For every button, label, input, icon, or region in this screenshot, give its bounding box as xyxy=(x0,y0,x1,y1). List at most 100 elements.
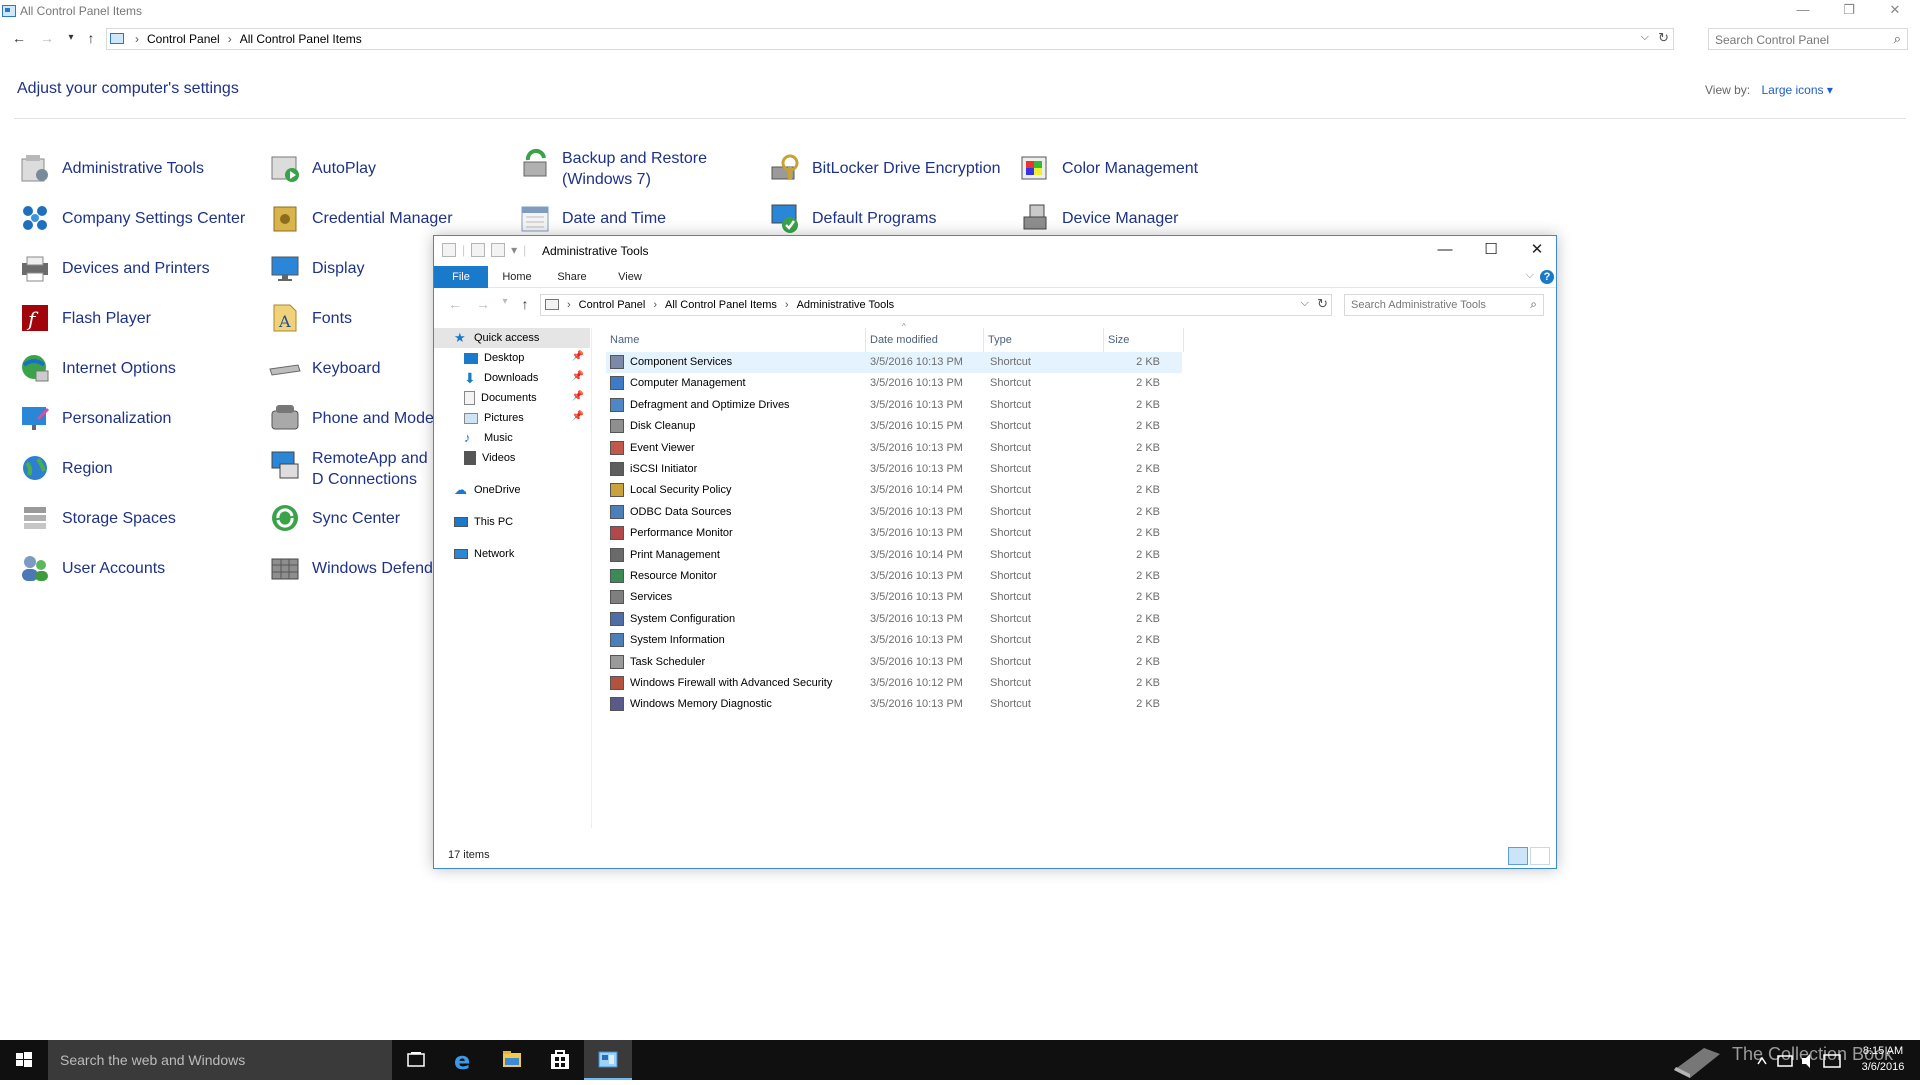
start-button[interactable] xyxy=(0,1040,48,1080)
cp-item-backup-and-restore[interactable]: Backup and Restore (Windows 7) xyxy=(518,148,712,188)
table-row[interactable]: Performance Monitor 3/5/2016 10:13 PM Shor… xyxy=(606,523,1182,544)
cp-item-credential-manager[interactable]: Credential Manager xyxy=(268,198,453,238)
tab-share[interactable]: Share xyxy=(550,266,594,288)
file-explorer-button[interactable] xyxy=(488,1040,536,1080)
table-row[interactable]: iSCSI Initiator 3/5/2016 10:13 PM Shortcut… xyxy=(606,459,1182,480)
nav-item-videos[interactable]: Videos xyxy=(434,448,590,468)
customize-toolbar-chevron-icon[interactable]: ▾ xyxy=(511,243,517,257)
breadcrumb-separator-icon[interactable]: › xyxy=(653,299,657,311)
cp-item-storage-spaces[interactable]: Storage Spaces xyxy=(18,498,176,538)
explorer-up-arrow-icon[interactable]: ↑ xyxy=(516,296,534,312)
breadcrumb-separator-icon[interactable]: › xyxy=(785,299,789,311)
cp-item-fonts[interactable]: A Fonts xyxy=(268,298,352,338)
table-row[interactable]: Print Management 3/5/2016 10:14 PM Shortcu… xyxy=(606,545,1182,566)
pin-icon[interactable]: 📌 xyxy=(572,351,584,362)
cp-item-administrative-tools[interactable]: Administrative Tools xyxy=(18,148,204,188)
tab-view[interactable]: View xyxy=(610,266,650,288)
cp-item-date-and-time[interactable]: Date and Time xyxy=(518,198,666,238)
cp-item-phone-and-modem[interactable]: Phone and Moder xyxy=(268,398,439,438)
recent-locations-chevron-icon[interactable]: ▾ xyxy=(62,28,80,48)
cp-item-user-accounts[interactable]: User Accounts xyxy=(18,548,165,588)
properties-icon[interactable] xyxy=(471,243,486,257)
cp-item-personalization[interactable]: Personalization xyxy=(18,398,171,438)
details-view-button[interactable] xyxy=(1508,847,1528,865)
cp-item-remoteapp[interactable]: RemoteApp and D Connections xyxy=(268,448,442,488)
explorer-refresh-icon[interactable]: ↻ xyxy=(1317,296,1328,312)
cp-item-default-programs[interactable]: Default Programs xyxy=(768,198,937,238)
pin-icon[interactable]: 📌 xyxy=(572,411,584,422)
cp-item-flash-player[interactable]: f Flash Player xyxy=(18,298,151,338)
tab-home[interactable]: Home xyxy=(496,266,538,288)
cp-item-internet-options[interactable]: Internet Options xyxy=(18,348,176,388)
store-button[interactable] xyxy=(536,1040,584,1080)
table-row[interactable]: Windows Memory Diagnostic 3/5/2016 10:13 … xyxy=(606,694,1182,715)
address-bar[interactable]: › Control Panel › All Control Panel Item… xyxy=(106,28,1674,50)
nav-item-onedrive[interactable]: ☁ OneDrive xyxy=(434,480,590,500)
close-button[interactable]: ✕ xyxy=(1872,0,1918,22)
breadcrumb-all-items[interactable]: All Control Panel Items xyxy=(240,32,362,46)
show-hidden-icons-chevron-icon[interactable] xyxy=(1757,1056,1767,1065)
taskbar-clock[interactable]: 8:15 AM 3/6/2016 xyxy=(1848,1043,1918,1075)
task-view-button[interactable] xyxy=(392,1040,440,1080)
column-header-type[interactable]: Type xyxy=(984,328,1104,352)
table-row[interactable]: Local Security Policy 3/5/2016 10:14 PM Sh… xyxy=(606,480,1182,501)
explorer-search-icon[interactable]: ⌕ xyxy=(1530,297,1537,312)
explorer-address-bar[interactable]: › Control Panel › All Control Panel Item… xyxy=(540,294,1332,316)
cp-item-color-management[interactable]: Color Management xyxy=(1018,148,1198,188)
nav-item-music[interactable]: ♪ Music xyxy=(434,428,590,448)
nav-item-documents[interactable]: Documents 📌 xyxy=(434,388,590,408)
breadcrumb-control-panel[interactable]: Control Panel xyxy=(579,299,646,311)
back-arrow-icon[interactable]: ← xyxy=(10,28,28,48)
nav-item-this-pc[interactable]: This PC xyxy=(434,512,590,532)
cp-item-keyboard[interactable]: Keyboard xyxy=(268,348,381,388)
column-header-name[interactable]: Name xyxy=(606,328,866,352)
explorer-recent-chevron-icon[interactable]: ▾ xyxy=(496,296,514,307)
refresh-icon[interactable]: ↻ xyxy=(1658,30,1669,46)
table-row[interactable]: Task Scheduler 3/5/2016 10:13 PM Shortcut 2… xyxy=(606,652,1182,673)
expand-ribbon-chevron-icon[interactable]: ⌵ xyxy=(1526,269,1534,282)
explorer-forward-arrow-icon[interactable]: → xyxy=(474,296,492,312)
table-row[interactable]: Component Services 3/5/2016 10:13 PM Short… xyxy=(606,352,1182,373)
breadcrumb-administrative-tools[interactable]: Administrative Tools xyxy=(797,299,895,311)
table-row[interactable]: System Information 3/5/2016 10:13 PM Short… xyxy=(606,630,1182,651)
cp-item-region[interactable]: Region xyxy=(18,448,113,488)
table-row[interactable]: Event Viewer 3/5/2016 10:13 PM Shortcut 2 K… xyxy=(606,438,1182,459)
up-arrow-icon[interactable]: ↑ xyxy=(82,28,100,48)
forward-arrow-icon[interactable]: → xyxy=(38,28,56,48)
nav-item-network[interactable]: Network xyxy=(434,544,590,564)
table-row[interactable]: Defragment and Optimize Drives 3/5/2016 1… xyxy=(606,395,1182,416)
explorer-address-dropdown-icon[interactable]: ⌵ xyxy=(1301,297,1309,310)
breadcrumb-separator-icon[interactable]: › xyxy=(135,32,139,46)
breadcrumb-separator-icon[interactable]: › xyxy=(228,32,232,46)
edge-button[interactable]: e xyxy=(440,1040,488,1080)
folder-tools-icon[interactable] xyxy=(442,243,456,257)
table-row[interactable]: Computer Management 3/5/2016 10:13 PM Shor… xyxy=(606,373,1182,394)
nav-item-downloads[interactable]: ⬇ Downloads 📌 xyxy=(434,368,590,388)
taskbar-search-box[interactable]: Search the web and Windows xyxy=(48,1040,392,1080)
explorer-close-button[interactable]: ✕ xyxy=(1514,238,1560,264)
breadcrumb-separator-icon[interactable]: › xyxy=(567,299,571,311)
table-row[interactable]: Disk Cleanup 3/5/2016 10:15 PM Shortcut 2 K… xyxy=(606,416,1182,437)
search-input[interactable]: Search Control Panel ⌕ xyxy=(1708,28,1908,50)
network-tray-icon[interactable] xyxy=(1777,1055,1793,1067)
large-icons-view-button[interactable] xyxy=(1530,847,1550,865)
volume-icon[interactable] xyxy=(1802,1054,1810,1068)
table-row[interactable]: Services 3/5/2016 10:13 PM Shortcut 2 KB xyxy=(606,587,1182,608)
pin-icon[interactable]: 📌 xyxy=(572,371,584,382)
nav-item-quick-access[interactable]: ★ Quick access xyxy=(434,328,590,348)
explorer-maximize-button[interactable]: ☐ xyxy=(1468,238,1514,264)
address-dropdown-icon[interactable]: ⌵ xyxy=(1641,31,1649,44)
view-by-dropdown[interactable]: Large icons ▾ xyxy=(1761,83,1832,97)
nav-item-pictures[interactable]: Pictures 📌 xyxy=(434,408,590,428)
breadcrumb-control-panel[interactable]: Control Panel xyxy=(147,32,220,46)
nav-item-desktop[interactable]: Desktop 📌 xyxy=(434,348,590,368)
search-icon[interactable]: ⌕ xyxy=(1894,31,1901,47)
table-row[interactable]: Resource Monitor 3/5/2016 10:13 PM Shortcu… xyxy=(606,566,1182,587)
cp-item-autoplay[interactable]: AutoPlay xyxy=(268,148,376,188)
table-row[interactable]: System Configuration 3/5/2016 10:13 PM Sho… xyxy=(606,609,1182,630)
column-header-date-modified[interactable]: Date modified xyxy=(866,328,984,352)
control-panel-taskbar-button[interactable] xyxy=(584,1040,632,1080)
cp-item-windows-defender[interactable]: Windows Defende xyxy=(268,548,442,588)
cp-item-device-manager[interactable]: Device Manager xyxy=(1018,198,1179,238)
breadcrumb-all-items[interactable]: All Control Panel Items xyxy=(665,299,777,311)
